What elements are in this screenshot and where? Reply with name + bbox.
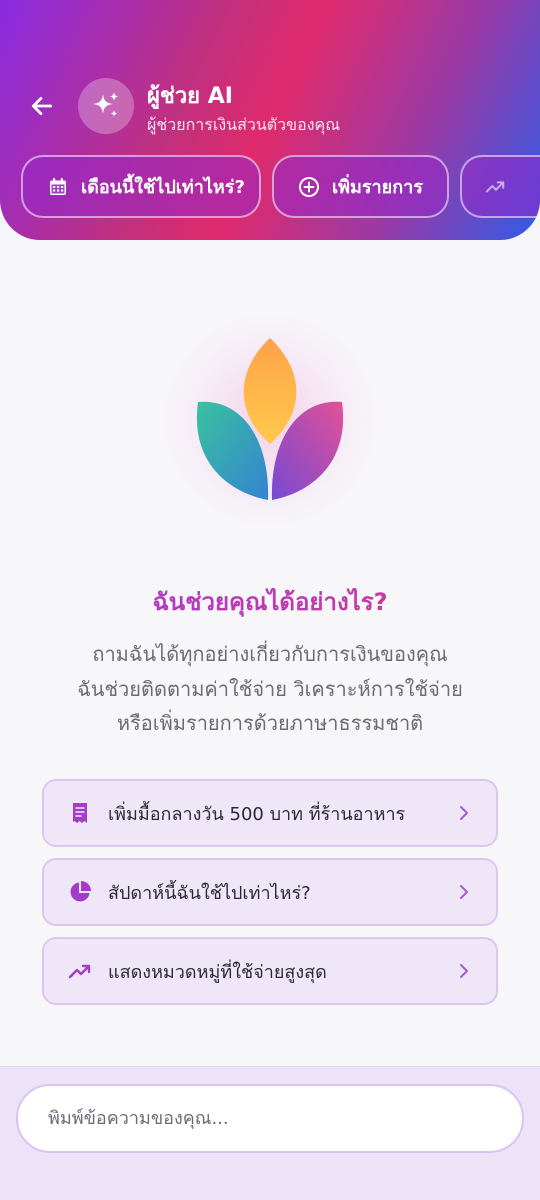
chat-input-bar <box>0 1066 540 1200</box>
back-button[interactable] <box>24 88 60 124</box>
page-subtitle: ผู้ช่วยการเงินส่วนตัวของคุณ <box>147 115 341 134</box>
chevron-right-icon <box>454 805 474 821</box>
quick-actions: เดือนนี้ใช้ไปเท่าไหร่? เพิ่มรายการ <box>21 155 540 219</box>
arrow-left-icon <box>31 97 53 115</box>
empty-state-heading: ฉันช่วยคุณได้อย่างไร? <box>0 582 540 621</box>
quick-action-add-transaction[interactable]: เพิ่มรายการ <box>272 155 449 218</box>
quick-action-label: เพิ่มรายการ <box>332 177 423 198</box>
chevron-right-icon <box>454 884 474 900</box>
suggestion-label: สัปดาห์นี้ฉันใช้ไปเท่าไหร่? <box>108 882 311 904</box>
suggestion-label: เพิ่มมื้อกลางวัน 500 บาท ที่ร้านอาหาร <box>108 803 406 825</box>
trending-up-icon <box>68 959 92 983</box>
suggestion-add-lunch[interactable]: เพิ่มมื้อกลางวัน 500 บาท ที่ร้านอาหาร <box>42 779 498 847</box>
plus-circle-icon <box>298 176 320 198</box>
empty-state-description-line: ถามฉันได้ทุกอย่างเกี่ยวกับการเงินของคุณ <box>92 642 448 666</box>
chat-input[interactable] <box>16 1084 524 1153</box>
quick-action-trends[interactable] <box>460 155 540 218</box>
empty-state-description-line: หรือเพิ่มรายการด้วยภาษาธรรมชาติ <box>116 711 424 735</box>
chevron-right-icon <box>454 963 474 979</box>
quick-action-label: เดือนนี้ใช้ไปเท่าไหร่? <box>81 177 245 198</box>
empty-state-description-line: ฉันช่วยติดตามค่าใช้จ่าย วิเคราะห์การใช้จ… <box>77 677 463 701</box>
lotus-logo <box>160 310 380 530</box>
page-title: ผู้ช่วย AI <box>147 84 233 109</box>
receipt-icon <box>68 801 92 825</box>
suggestion-top-categories[interactable]: แสดงหมวดหมู่ที่ใช้จ่ายสูงสุด <box>42 937 498 1005</box>
calendar-icon <box>47 176 69 198</box>
trending-up-icon <box>484 176 506 198</box>
header: ผู้ช่วย AI ผู้ช่วยการเงินส่วนตัวของคุณ เ… <box>0 0 540 240</box>
suggestion-weekly-spending[interactable]: สัปดาห์นี้ฉันใช้ไปเท่าไหร่? <box>42 858 498 926</box>
suggestion-label: แสดงหมวดหมู่ที่ใช้จ่ายสูงสุด <box>108 961 327 983</box>
quick-action-monthly-spending[interactable]: เดือนนี้ใช้ไปเท่าไหร่? <box>21 155 261 218</box>
assistant-avatar <box>78 78 134 134</box>
pie-chart-icon <box>68 880 92 904</box>
sparkles-icon <box>93 92 118 117</box>
